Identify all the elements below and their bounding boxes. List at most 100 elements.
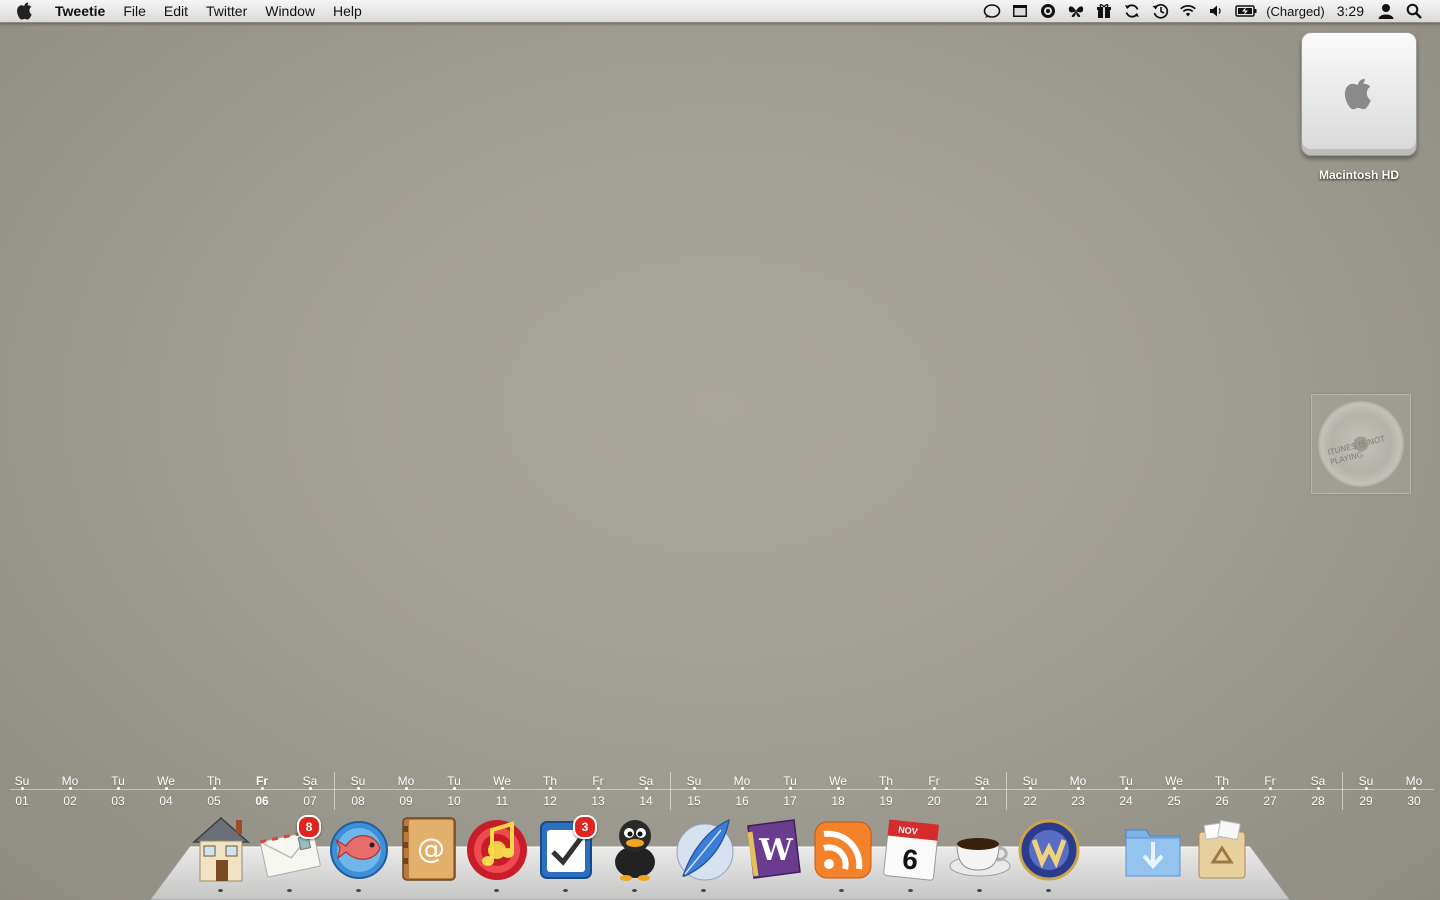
calendar-day-dot (741, 787, 744, 790)
calendar-day-16[interactable]: Mo 16 (722, 772, 762, 808)
coffee-cup-icon (949, 838, 1011, 877)
dock-item-adium[interactable] (602, 812, 668, 892)
dock-item-ical[interactable]: NOV 6 (878, 812, 944, 892)
calendar-day-date: 23 (1071, 794, 1085, 808)
calendar-day-25[interactable]: We 25 (1154, 772, 1194, 808)
calendar-day-24[interactable]: Tu 24 (1106, 772, 1146, 808)
calendar-week-separator (1342, 772, 1343, 810)
calendar-day-dot (789, 787, 792, 790)
sync-icon[interactable] (1123, 3, 1141, 19)
dock-item-caffeine[interactable] (947, 812, 1013, 892)
world-of-warcraft-icon (1018, 819, 1080, 881)
wifi-icon[interactable] (1179, 3, 1197, 19)
svg-text:W: W (758, 833, 794, 868)
calendar-day-20[interactable]: Fr 20 (914, 772, 954, 808)
menu-edit[interactable]: Edit (155, 0, 197, 22)
calendar-day-date: 04 (159, 794, 173, 808)
calendar-day-dot (693, 787, 696, 790)
running-indicator (356, 889, 361, 892)
calendar-day-08[interactable]: Su 08 (338, 772, 378, 808)
hard-drive-icon[interactable] (1301, 32, 1417, 156)
calendar-day-28[interactable]: Sa 28 (1298, 772, 1338, 808)
dock-item-home[interactable] (188, 812, 254, 892)
calendar-day-29[interactable]: Su 29 (1346, 772, 1386, 808)
calendar-day-07[interactable]: Sa 07 (290, 772, 330, 808)
gift-icon[interactable] (1095, 3, 1113, 19)
user-icon[interactable] (1377, 3, 1395, 19)
calendar-day-04[interactable]: We 04 (146, 772, 186, 808)
dock-item-trash[interactable] (1189, 812, 1255, 884)
spotlight-search-icon[interactable] (1405, 3, 1423, 19)
rss-icon (814, 821, 872, 879)
battery-status-text[interactable]: (Charged) (1266, 4, 1325, 19)
dock-item-itunes[interactable] (464, 812, 530, 892)
calendar-day-dot (69, 787, 72, 790)
dock-item-world-of-warcraft[interactable] (1016, 812, 1082, 892)
calendar-day-14[interactable]: Sa 14 (626, 772, 666, 808)
time-machine-icon[interactable] (1151, 3, 1169, 19)
ical-day-text: 6 (901, 843, 920, 875)
calendar-day-dot (165, 787, 168, 790)
apple-menu-icon[interactable] (14, 0, 36, 22)
calendar-day-dot (261, 787, 264, 790)
chat-bubble-icon[interactable] (983, 3, 1001, 19)
calendar-day-date: 09 (399, 794, 413, 808)
growl-icon[interactable] (1039, 3, 1057, 19)
calendar-day-dot (309, 787, 312, 790)
dock-item-mail[interactable]: 8 (257, 812, 323, 892)
calendar-day-date: 08 (351, 794, 365, 808)
calendar-day-11[interactable]: We 11 (482, 772, 522, 808)
running-indicator (563, 889, 568, 892)
calendar-day-date: 19 (879, 794, 893, 808)
calendar-day-01[interactable]: Su 01 (2, 772, 42, 808)
calendar-day-27[interactable]: Fr 27 (1250, 772, 1290, 808)
calendar-day-23[interactable]: Mo 23 (1058, 772, 1098, 808)
running-indicator (218, 889, 223, 892)
calendar-day-09[interactable]: Mo 09 (386, 772, 426, 808)
dock-item-tasks[interactable]: 3 (533, 812, 599, 892)
calendar-day-12[interactable]: Th 12 (530, 772, 570, 808)
dock-item-address-book[interactable]: @ (395, 812, 461, 884)
volume-icon[interactable] (1207, 3, 1225, 19)
calendar-day-dot (1269, 787, 1272, 790)
calendar-day-21[interactable]: Sa 21 (962, 772, 1002, 808)
calendar-day-15[interactable]: Su 15 (674, 772, 714, 808)
menu-app-name[interactable]: Tweetie (46, 0, 114, 22)
calendar-day-13[interactable]: Fr 13 (578, 772, 618, 808)
home-icon (192, 816, 250, 882)
running-indicator (287, 889, 292, 892)
macintosh-hd-desktop-icon[interactable]: Macintosh HD (1298, 32, 1420, 182)
calendar-day-26[interactable]: Th 26 (1202, 772, 1242, 808)
itunes-not-playing-widget[interactable]: iTunes is not playing (1311, 394, 1411, 494)
calendar-day-06[interactable]: Fr 06 (242, 772, 282, 808)
calendar-day-dot (1413, 787, 1416, 790)
calendar-day-date: 07 (303, 794, 317, 808)
dock-item-feather[interactable] (671, 812, 737, 892)
calendar-day-05[interactable]: Th 05 (194, 772, 234, 808)
menu-help[interactable]: Help (324, 0, 371, 22)
calendar-day-22[interactable]: Su 22 (1010, 772, 1050, 808)
window-icon[interactable] (1011, 3, 1029, 19)
calendar-day-30[interactable]: Mo 30 (1394, 772, 1434, 808)
mail-unread-badge: 8 (297, 815, 321, 839)
dock-item-w-app[interactable]: W (740, 812, 806, 884)
dock-item-fish-browser[interactable] (326, 812, 392, 892)
battery-icon[interactable] (1235, 3, 1257, 19)
dock-item-rss[interactable] (809, 812, 875, 892)
calendar-day-date: 13 (591, 794, 605, 808)
calendar-day-19[interactable]: Th 19 (866, 772, 906, 808)
butterfly-icon[interactable] (1067, 3, 1085, 19)
menu-window[interactable]: Window (256, 0, 324, 22)
calendar-day-18[interactable]: We 18 (818, 772, 858, 808)
calendar-day-03[interactable]: Tu 03 (98, 772, 138, 808)
menubar-clock[interactable]: 3:29 (1337, 3, 1364, 19)
menu-file[interactable]: File (114, 0, 155, 22)
calendar-day-02[interactable]: Mo 02 (50, 772, 90, 808)
calendar-day-dot (837, 787, 840, 790)
calendar-day-dot (549, 787, 552, 790)
calendar-day-17[interactable]: Tu 17 (770, 772, 810, 808)
dock-item-downloads-stack[interactable] (1120, 812, 1186, 884)
calendar-day-dot (1077, 787, 1080, 790)
menu-twitter[interactable]: Twitter (197, 0, 256, 22)
calendar-day-10[interactable]: Tu 10 (434, 772, 474, 808)
